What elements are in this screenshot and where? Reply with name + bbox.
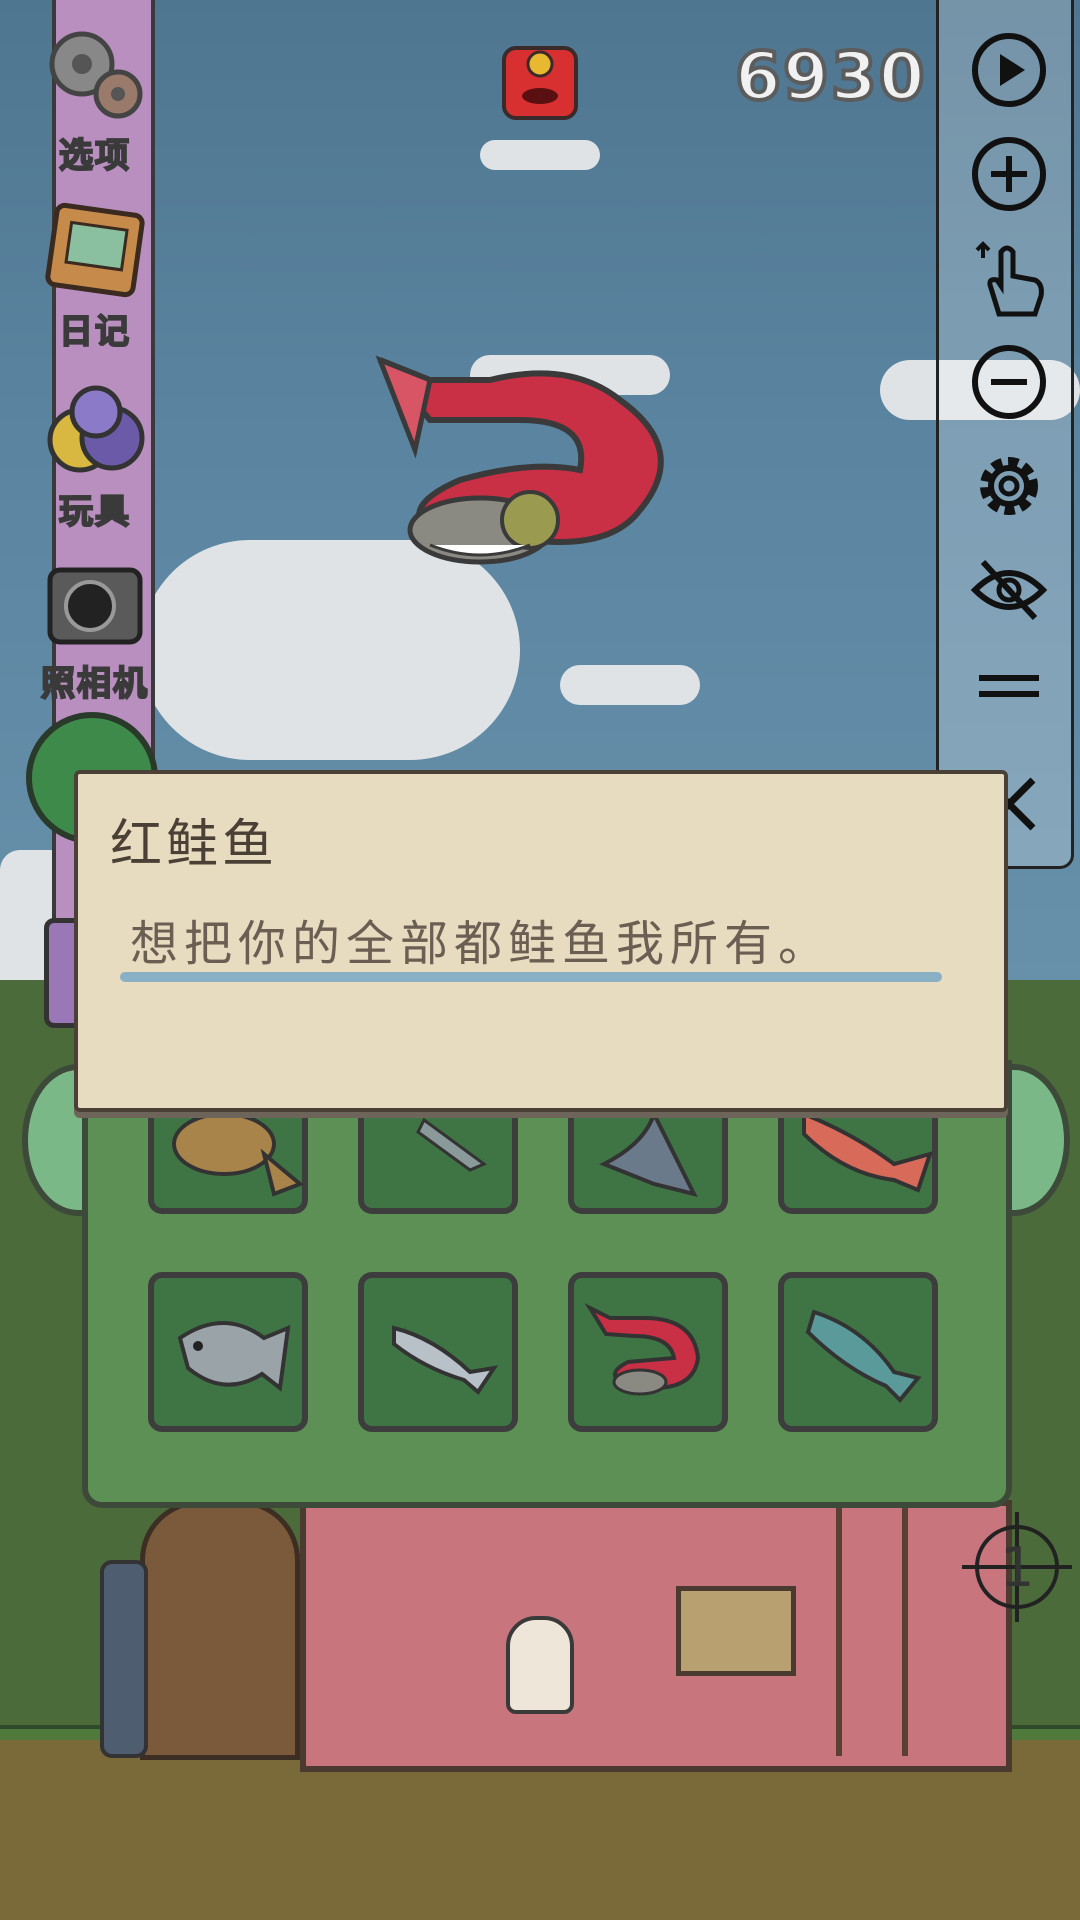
marlin-icon xyxy=(599,1114,698,1197)
small-fish-icon xyxy=(416,1117,488,1172)
grouper-icon xyxy=(177,1321,291,1392)
hide-eye-icon[interactable] xyxy=(969,550,1049,630)
trout-icon xyxy=(805,1309,922,1403)
zoom-in-icon[interactable] xyxy=(969,134,1049,214)
menu-toys-label: 玩具 xyxy=(58,491,131,533)
slot-red-snapper[interactable] xyxy=(778,1104,938,1214)
menu-options-label: 选项 xyxy=(58,135,131,177)
red-snapper-icon xyxy=(802,1114,934,1193)
menu-toys[interactable]: 玩具 xyxy=(30,380,160,533)
gear-icon[interactable] xyxy=(969,446,1049,526)
rabbit-character[interactable] xyxy=(506,1616,574,1714)
menu-diary-label: 日记 xyxy=(58,311,131,353)
menu-camera[interactable]: 照相机 xyxy=(30,552,160,705)
toys-icon xyxy=(47,385,145,473)
flounder-icon xyxy=(172,1114,304,1197)
fish-description: 想把你的全部都鲑鱼我所有。 xyxy=(130,916,833,972)
silver-fish-icon xyxy=(392,1325,499,1395)
slot-small-fish[interactable] xyxy=(358,1104,518,1214)
play-icon[interactable] xyxy=(969,30,1049,110)
floating-toolbar xyxy=(936,0,1074,869)
diary-icon xyxy=(45,202,145,298)
house-interior xyxy=(300,1500,1012,1772)
red-salmon-icon xyxy=(584,1303,701,1396)
slot-silver-fish[interactable] xyxy=(358,1272,518,1432)
coin-score: 6930 xyxy=(733,36,927,117)
fish-name-title: 红鲑鱼 xyxy=(110,815,279,875)
tree-trunk xyxy=(140,1500,300,1760)
menu-options[interactable]: 选项 xyxy=(30,24,160,177)
cloud xyxy=(480,140,600,170)
slot-flounder[interactable] xyxy=(148,1104,308,1214)
tap-hand-icon[interactable] xyxy=(969,238,1049,318)
dialog-divider xyxy=(120,972,942,982)
camera-icon xyxy=(47,567,143,645)
featured-red-salmon-icon xyxy=(375,355,664,565)
gears-icon xyxy=(49,31,143,119)
crosshair-counter: 1 xyxy=(1000,1536,1035,1599)
menu-diary[interactable]: 日记 xyxy=(30,200,160,353)
zoom-out-icon[interactable] xyxy=(969,342,1049,422)
slot-trout[interactable] xyxy=(778,1272,938,1432)
slot-red-salmon[interactable] xyxy=(568,1272,728,1432)
red-envelope-icon[interactable] xyxy=(496,36,584,126)
notice-board xyxy=(676,1586,796,1676)
cloud xyxy=(560,665,700,705)
ladder xyxy=(836,1506,908,1756)
drag-handle-icon[interactable] xyxy=(969,660,1049,710)
slot-marlin[interactable] xyxy=(568,1104,728,1214)
slot-grouper[interactable] xyxy=(148,1272,308,1432)
menu-camera-label: 照相机 xyxy=(40,663,149,705)
deer-character[interactable] xyxy=(100,1560,148,1758)
